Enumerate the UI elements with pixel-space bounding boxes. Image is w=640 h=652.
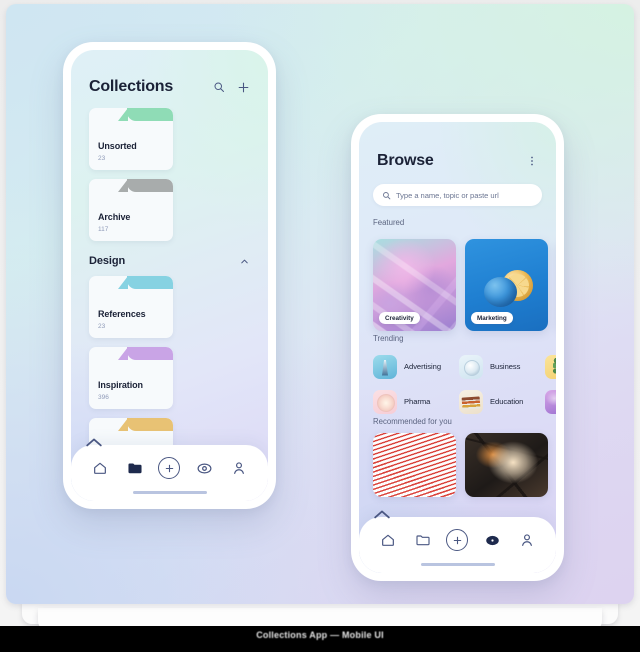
plus-icon[interactable] [237, 81, 250, 94]
chevron-up-icon[interactable] [83, 436, 105, 448]
nav-home[interactable] [87, 455, 113, 481]
nav-browse[interactable] [191, 455, 217, 481]
phone-right-screen: Browse Featured [359, 122, 556, 573]
folder-tab-icon [127, 418, 173, 431]
advertising-icon [373, 354, 397, 379]
plus-circle-icon [446, 529, 469, 551]
recommended-card-2[interactable] [465, 433, 548, 497]
pharma-icon [373, 389, 397, 414]
featured-row[interactable]: Creativity Marketing [373, 239, 556, 331]
folder-card-unsorted[interactable]: Unsorted 23 [89, 108, 173, 170]
search-input[interactable] [396, 190, 533, 200]
nav-collections[interactable] [122, 455, 148, 481]
folder-card-references[interactable]: References 23 [89, 276, 173, 338]
home-indicator [420, 563, 495, 566]
page-title: Collections [89, 78, 174, 95]
phone-left-screen: Collections Unsorted 23 Archive 117 Desi… [71, 50, 268, 501]
trending-item-partial-bottom[interactable] [545, 385, 556, 418]
featured-label: Featured [373, 218, 405, 227]
group-header-design[interactable]: Design [89, 255, 250, 267]
trending-name: Advertising [404, 362, 442, 371]
folder-count: 23 [98, 323, 106, 330]
trending-name: Pharma [404, 397, 431, 406]
nav-profile[interactable] [226, 455, 252, 481]
search-icon[interactable] [213, 81, 225, 93]
education-icon [459, 389, 483, 414]
recommended-row[interactable] [373, 433, 548, 497]
portrait-image [465, 433, 548, 497]
plant-icon [545, 354, 556, 379]
home-icon [380, 532, 396, 548]
trending-item-education[interactable]: Education [459, 385, 538, 418]
chevron-up-icon[interactable] [371, 508, 393, 520]
trending-label: Trending [373, 334, 404, 343]
trending-grid: Advertising Business Pharma Education [373, 350, 556, 418]
folder-name: Unsorted [98, 141, 137, 151]
folder-name: Inspiration [98, 380, 143, 390]
folder-icon [127, 460, 143, 476]
bottom-nav-left [71, 438, 268, 501]
abstract-icon [545, 389, 556, 414]
browse-header: Browse [359, 152, 556, 170]
recommended-card-1[interactable] [373, 433, 456, 497]
phone-left: Collections Unsorted 23 Archive 117 Desi… [63, 42, 276, 509]
folder-name: References [98, 309, 146, 319]
featured-card-marketing[interactable]: Marketing [465, 239, 548, 331]
folder-name: Archive [98, 212, 131, 222]
folder-count: 23 [98, 155, 106, 162]
search-bar[interactable] [373, 184, 542, 206]
eye-icon [484, 532, 501, 549]
nav-home[interactable] [375, 527, 401, 553]
folder-card-archive[interactable]: Archive 117 [89, 179, 173, 241]
folder-count: 396 [98, 394, 109, 401]
folder-tab-icon [127, 108, 173, 121]
trending-item-advertising[interactable]: Advertising [373, 350, 452, 383]
plus-circle-icon [158, 457, 181, 479]
bottom-nav-right [359, 510, 556, 573]
home-icon [92, 460, 108, 476]
search-icon [382, 191, 391, 200]
person-icon [519, 532, 535, 548]
image-caption: Collections App — Mobile UI [256, 630, 384, 640]
trending-item-business[interactable]: Business [459, 350, 538, 383]
folder-card-inspiration[interactable]: Inspiration 396 [89, 347, 173, 409]
folder-count: 117 [98, 226, 109, 233]
folder-tab-icon [127, 347, 173, 360]
nav-profile[interactable] [514, 527, 540, 553]
folder-tab-icon [127, 179, 173, 192]
nav-collections[interactable] [410, 527, 436, 553]
waves-image [373, 433, 456, 497]
trending-name: Business [490, 362, 521, 371]
group-title: Design [89, 255, 126, 267]
featured-chip: Marketing [471, 312, 513, 324]
phone-right: Browse Featured [351, 114, 564, 581]
collections-header: Collections [71, 78, 268, 96]
more-vertical-icon[interactable] [526, 155, 538, 167]
nav-browse[interactable] [479, 527, 505, 553]
person-icon [231, 460, 247, 476]
folder-icon [415, 532, 431, 548]
trending-name: Education [490, 397, 524, 406]
artboard: Collections Unsorted 23 Archive 117 Desi… [6, 4, 634, 604]
eye-icon [196, 460, 213, 477]
trending-item-pharma[interactable]: Pharma [373, 385, 452, 418]
featured-card-creativity[interactable]: Creativity [373, 239, 456, 331]
featured-chip: Creativity [379, 312, 420, 324]
chevron-up-icon[interactable] [239, 256, 250, 267]
home-indicator [132, 491, 207, 494]
recommended-label: Recommended for you [373, 417, 452, 426]
business-icon [459, 354, 483, 379]
folder-tab-icon [127, 276, 173, 289]
trending-item-partial-top[interactable] [545, 350, 556, 383]
nav-add[interactable] [444, 527, 470, 553]
nav-add[interactable] [156, 455, 182, 481]
top-folder-grid: Unsorted 23 Archive 117 [71, 108, 268, 241]
presentation-stage: Collections Unsorted 23 Archive 117 Desi… [0, 0, 640, 652]
page-title: Browse [377, 152, 434, 169]
